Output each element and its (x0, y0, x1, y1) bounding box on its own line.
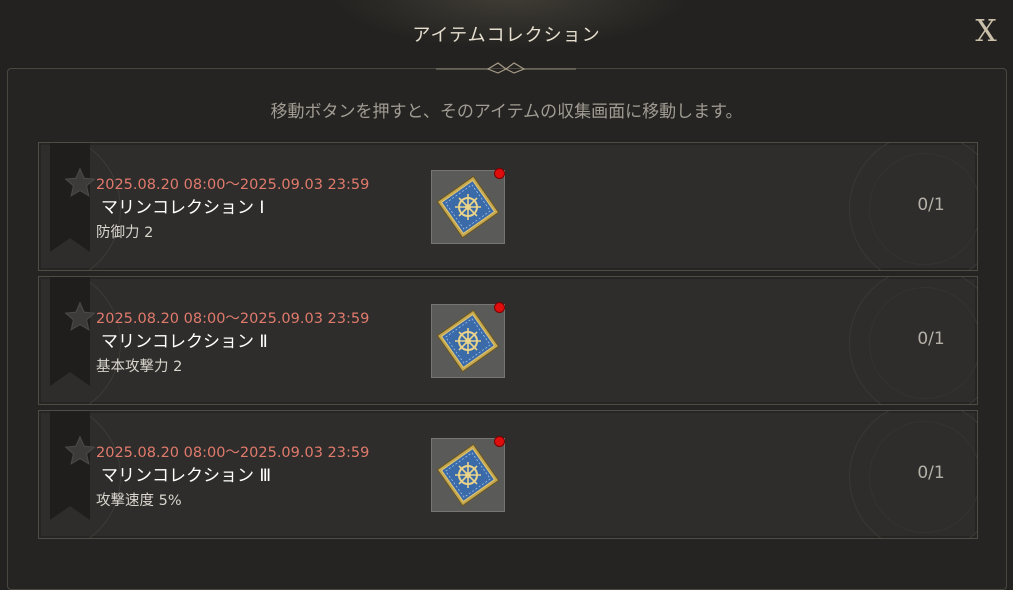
collection-card[interactable]: 2025.08.20 08:00～2025.09.03 23:59 マリンコレク… (38, 142, 978, 271)
collection-progress: 0/1 (917, 463, 945, 483)
notification-dot (494, 168, 505, 179)
instruction-text: 移動ボタンを押すと、そのアイテムの収集画面に移動します。 (270, 102, 743, 122)
collection-card[interactable]: 2025.08.20 08:00～2025.09.03 23:59 マリンコレク… (38, 410, 978, 539)
collection-name: マリンコレクション Ⅲ (101, 466, 272, 486)
collection-name: マリンコレクション Ⅱ (101, 332, 268, 352)
collection-period: 2025.08.20 08:00～2025.09.03 23:59 (96, 177, 370, 193)
collection-period: 2025.08.20 08:00～2025.09.03 23:59 (96, 445, 370, 461)
collection-progress: 0/1 (917, 329, 945, 349)
ribbon-bookmark (50, 143, 96, 252)
ribbon-bookmark (50, 277, 96, 386)
close-button[interactable]: X (970, 16, 1002, 48)
page-title: アイテムコレクション (412, 25, 601, 46)
item-slot[interactable] (431, 304, 505, 378)
collection-card[interactable]: 2025.08.20 08:00～2025.09.03 23:59 マリンコレク… (38, 276, 978, 405)
ribbon-bookmark (50, 411, 96, 520)
item-slot[interactable] (431, 170, 505, 244)
collection-stat: 攻撃速度 5% (96, 493, 182, 509)
ship-wheel-tile-icon (436, 443, 500, 507)
ship-wheel-tile-icon (436, 175, 500, 239)
collection-progress: 0/1 (917, 195, 945, 215)
collection-stat: 基本攻撃力 2 (96, 359, 183, 375)
collection-period: 2025.08.20 08:00～2025.09.03 23:59 (96, 311, 370, 327)
collection-name: マリンコレクション Ⅰ (101, 198, 265, 218)
star-icon (64, 435, 96, 465)
divider-ornament-icon (436, 62, 576, 74)
star-icon (64, 301, 96, 331)
notification-dot (494, 436, 505, 447)
star-icon (64, 167, 96, 197)
collection-stat: 防御力 2 (96, 225, 154, 241)
ship-wheel-tile-icon (436, 309, 500, 373)
item-slot[interactable] (431, 438, 505, 512)
notification-dot (494, 302, 505, 313)
